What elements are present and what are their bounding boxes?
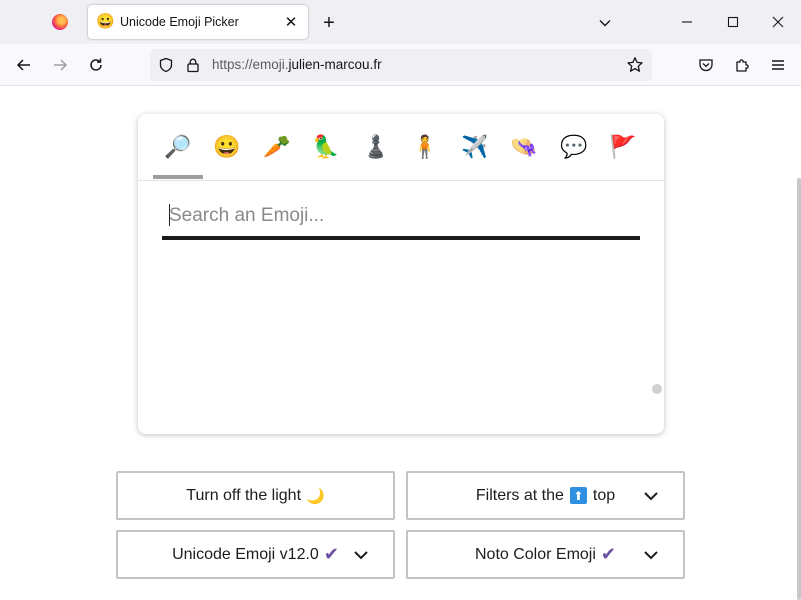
firefox-icon: [52, 14, 68, 30]
firefox-view-button[interactable]: [36, 8, 84, 36]
picker-scrollbar[interactable]: [652, 384, 662, 394]
grinning-face-favicon-icon: 😀: [96, 13, 115, 30]
url-text[interactable]: https://emoji.julien-marcou.fr: [212, 57, 382, 72]
navigation-toolbar: https://emoji.julien-marcou.fr: [0, 44, 801, 86]
emoji-search-field[interactable]: [162, 196, 640, 240]
category-tab-activities[interactable]: ♟️: [351, 128, 401, 166]
category-tabs: 🔎 😀 🥕 🦜 ♟️ 🧍 ✈️ 👒 💬 🚩: [138, 114, 664, 181]
tab-bar: 😀 Unicode Emoji Picker ✕ +: [0, 0, 801, 44]
chevron-down-icon: [644, 492, 658, 501]
extensions-puzzle-icon[interactable]: [727, 50, 757, 80]
category-tab-travel[interactable]: ✈️: [450, 128, 500, 166]
tracking-protection-shield-icon[interactable]: [157, 56, 175, 74]
list-all-tabs-chevron-down-icon[interactable]: [592, 10, 618, 36]
close-window-icon[interactable]: [755, 0, 801, 44]
address-bar[interactable]: https://emoji.julien-marcou.fr: [150, 49, 652, 81]
forward-arrow-icon[interactable]: [45, 50, 75, 80]
back-arrow-icon[interactable]: [9, 50, 39, 80]
menu-hamburger-icon[interactable]: [763, 50, 793, 80]
category-tab-animals[interactable]: 🦜: [301, 128, 351, 166]
crescent-moon-icon: 🌙: [306, 487, 325, 505]
category-tab-people[interactable]: 🧍: [400, 128, 450, 166]
theme-toggle-button[interactable]: Turn off the light 🌙: [116, 471, 395, 520]
page-scrollbar[interactable]: [797, 178, 801, 600]
filters-position-select[interactable]: Filters at the ⬆ top: [406, 471, 685, 520]
category-tab-food[interactable]: 🥕: [252, 128, 302, 166]
check-mark-icon: ✔: [600, 544, 617, 564]
search-input[interactable]: [162, 196, 640, 236]
tab-unicode-emoji-picker[interactable]: 😀 Unicode Emoji Picker ✕: [88, 5, 308, 39]
lock-icon[interactable]: [184, 56, 202, 74]
category-tab-flags[interactable]: 🚩: [598, 128, 648, 166]
minimize-icon[interactable]: [664, 0, 710, 44]
emoji-font-label: Noto Color Emoji: [474, 545, 596, 563]
category-tab-symbols[interactable]: 💬: [549, 128, 599, 166]
category-tab-search[interactable]: 🔎: [153, 128, 203, 166]
page-content: 🔎 😀 🥕 🦜 ♟️ 🧍 ✈️ 👒 💬 🚩 Turn off the light…: [0, 86, 801, 600]
unicode-version-select[interactable]: Unicode Emoji v12.0 ✔: [116, 530, 395, 579]
maximize-icon[interactable]: [710, 0, 756, 44]
active-category-indicator: [153, 175, 203, 179]
filters-prefix: Filters at the: [475, 486, 564, 504]
reload-icon[interactable]: [81, 50, 111, 80]
tab-title: Unicode Emoji Picker: [120, 15, 239, 29]
bookmark-star-icon[interactable]: [626, 56, 644, 74]
new-tab-button[interactable]: +: [316, 10, 342, 36]
emoji-picker: 🔎 😀 🥕 🦜 ♟️ 🧍 ✈️ 👒 💬 🚩: [138, 114, 664, 434]
filters-suffix: top: [592, 486, 616, 504]
unicode-version-label: Unicode Emoji v12.0: [172, 545, 319, 563]
up-arrow-icon: ⬆: [569, 487, 587, 504]
text-caret: [169, 204, 170, 226]
url-prefix: https://emoji.: [212, 57, 289, 72]
category-tab-objects[interactable]: 👒: [499, 128, 549, 166]
emoji-font-select[interactable]: Noto Color Emoji ✔: [406, 530, 685, 579]
url-domain: julien-marcou.fr: [288, 57, 382, 72]
chevron-down-icon: [354, 551, 368, 560]
chevron-down-icon: [644, 551, 658, 560]
close-tab-icon[interactable]: ✕: [280, 11, 302, 33]
pocket-icon[interactable]: [691, 50, 721, 80]
check-mark-icon: ✔: [323, 544, 339, 564]
theme-toggle-label: Turn off the light: [186, 486, 302, 504]
category-tab-smileys[interactable]: 😀: [202, 128, 252, 166]
